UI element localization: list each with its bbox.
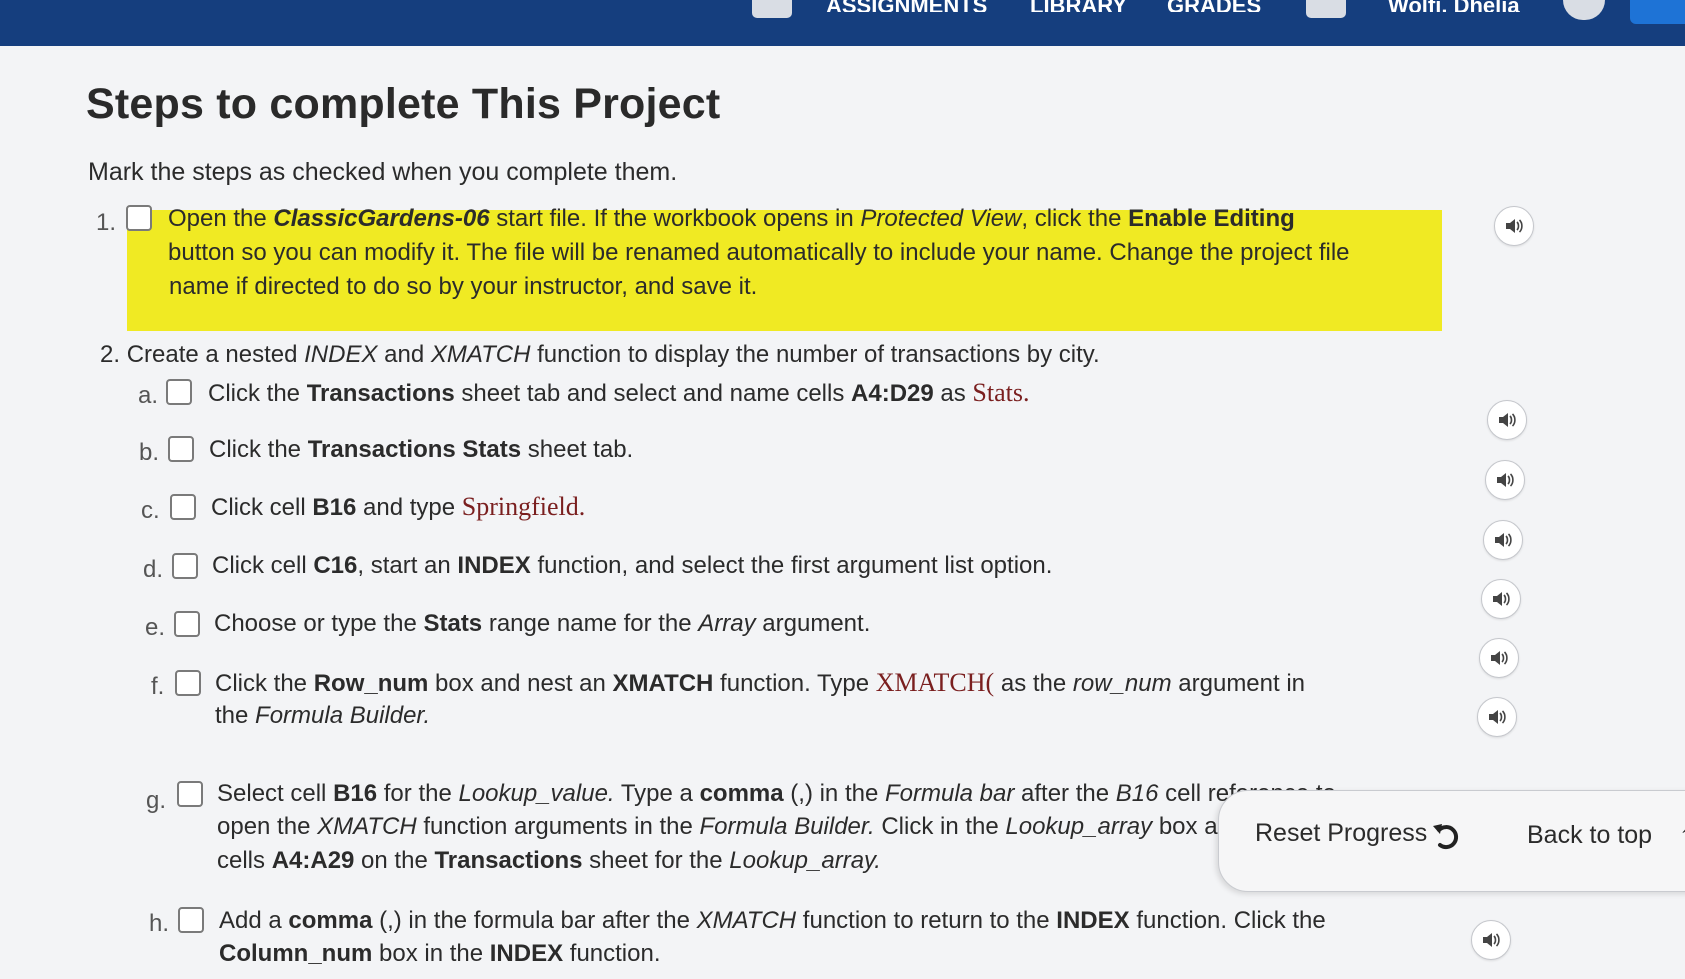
speaker-icon[interactable]: [1477, 697, 1517, 737]
step-checkbox[interactable]: [170, 494, 196, 520]
speaker-icon[interactable]: [1483, 520, 1523, 560]
progress-toolbar: Reset Progress Back to top ↑: [1218, 790, 1685, 892]
speaker-icon[interactable]: [1479, 638, 1519, 678]
reset-icon[interactable]: [1431, 821, 1463, 851]
step-letter: g.: [146, 787, 167, 814]
step-f-line-2: the Formula Builder.: [215, 702, 431, 729]
step-b-text: Click the Transactions Stats sheet tab.: [209, 436, 634, 463]
step-checkbox[interactable]: [168, 436, 194, 462]
nav-grades[interactable]: GRADES: [1167, 0, 1261, 12]
step-h-line-2: Column_num box in the INDEX function.: [219, 940, 661, 967]
step-letter: f.: [151, 673, 165, 700]
step-a-text: Click the Transactions sheet tab and sel…: [208, 378, 1030, 407]
nav-assignments[interactable]: ASSIGNMENTS: [826, 0, 987, 12]
step-number: 1.: [96, 209, 117, 236]
step-g-line-2: open the XMATCH function arguments in th…: [217, 813, 1314, 840]
help-icon[interactable]: [1563, 0, 1605, 20]
nav-square-icon[interactable]: [752, 0, 792, 18]
nav-user[interactable]: Wolfi, Dhelia: [1388, 0, 1520, 12]
speaker-icon[interactable]: [1471, 920, 1511, 960]
step-checkbox[interactable]: [174, 611, 200, 637]
step-c-text: Click cell B16 and type Springfield.: [211, 492, 586, 521]
step-letter: b.: [139, 439, 160, 466]
step-f-line-1: Click the Row_num box and nest an XMATCH…: [215, 668, 1306, 697]
speaker-icon[interactable]: [1487, 400, 1527, 440]
step-1-line-2: button so you can modify it. The file wi…: [168, 239, 1350, 266]
step-checkbox[interactable]: [126, 205, 152, 231]
nav-square-icon[interactable]: [1306, 0, 1346, 18]
step-d-text: Click cell C16, start an INDEX function,…: [212, 552, 1053, 579]
step-checkbox[interactable]: [175, 670, 201, 696]
speaker-icon[interactable]: [1485, 460, 1525, 500]
speaker-icon[interactable]: [1481, 579, 1521, 619]
step-g-line-1: Select cell B16 for the Lookup_value. Ty…: [217, 780, 1336, 807]
step-letter: c.: [141, 497, 160, 524]
step-checkbox[interactable]: [177, 781, 203, 807]
step-letter: h.: [149, 910, 170, 937]
step-2-heading: 2. Create a nested INDEX and XMATCH func…: [100, 341, 1100, 368]
step-letter: a.: [138, 382, 159, 409]
step-h-line-1: Add a comma (,) in the formula bar after…: [219, 907, 1326, 934]
step-letter: d.: [143, 556, 164, 583]
step-e-text: Choose or type the Stats range name for …: [214, 610, 871, 637]
step-checkbox[interactable]: [166, 379, 192, 405]
step-checkbox[interactable]: [172, 553, 198, 579]
step-letter: e.: [145, 614, 166, 641]
arrow-up-icon[interactable]: ↑: [1679, 819, 1685, 851]
page-title: Steps to complete This Project: [86, 80, 721, 128]
step-1-line-3: name if directed to do so by your instru…: [169, 273, 758, 300]
step-checkbox[interactable]: [178, 907, 204, 933]
menu-button[interactable]: [1630, 0, 1685, 24]
speaker-icon[interactable]: [1494, 206, 1534, 246]
top-navbar: ASSIGNMENTS LIBRARY GRADES Wolfi, Dhelia: [0, 0, 1685, 46]
nav-library[interactable]: LIBRARY: [1030, 0, 1127, 12]
intro-text: Mark the steps as checked when you compl…: [88, 158, 678, 186]
back-to-top-link[interactable]: Back to top: [1527, 821, 1652, 850]
reset-progress-button[interactable]: Reset Progress: [1255, 819, 1427, 848]
step-1-line-1: Open the ClassicGardens-06 start file. I…: [168, 205, 1295, 232]
step-g-line-3: cells A4:A29 on the Transactions sheet f…: [217, 847, 881, 874]
